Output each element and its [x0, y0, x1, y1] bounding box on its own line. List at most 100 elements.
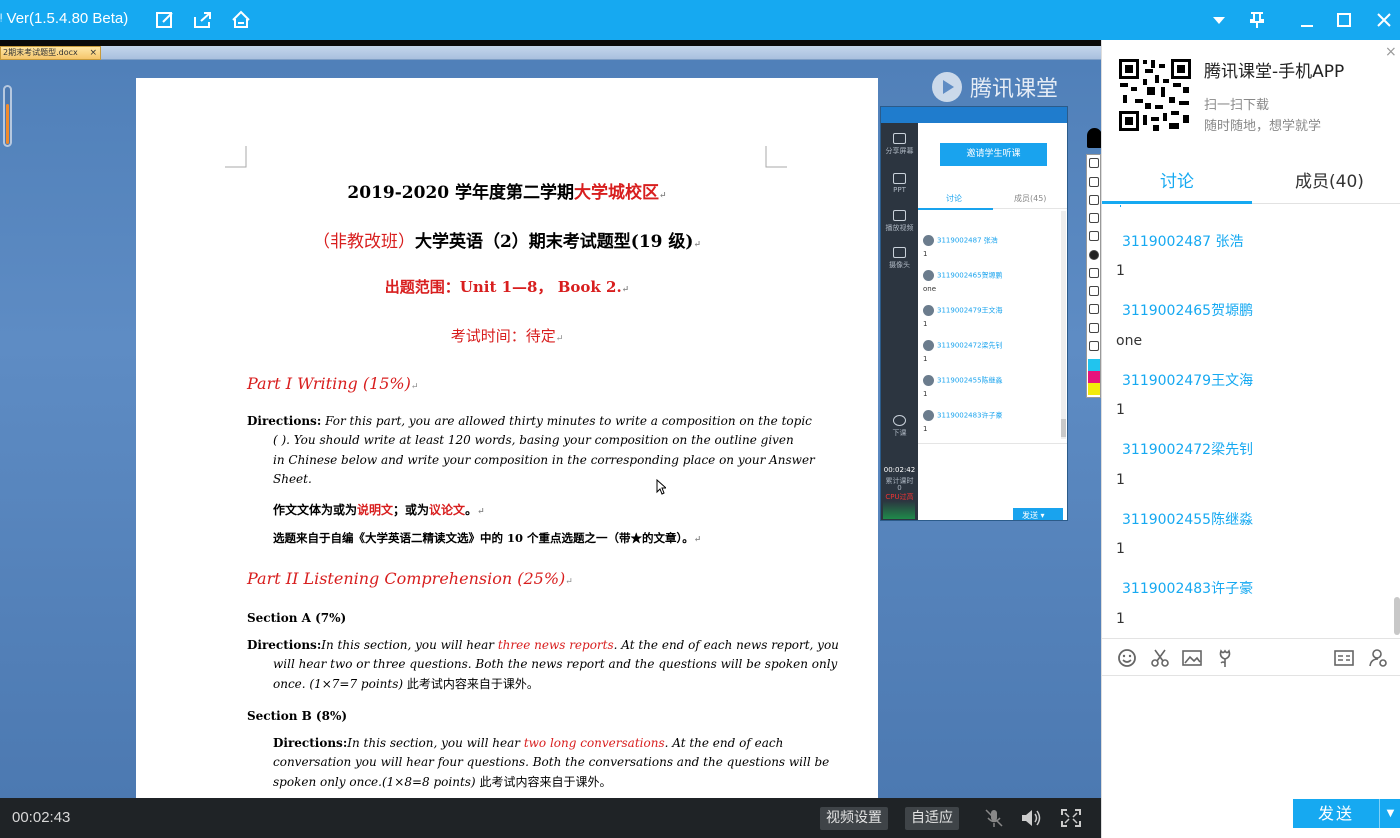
color-swatch-cyan[interactable]: [1088, 359, 1100, 371]
mini-tab-underline: [918, 208, 993, 210]
zoom-slider[interactable]: [3, 85, 12, 147]
mini-message: 3119002455陈继淼 1: [923, 375, 1003, 398]
eye-icon[interactable]: [1089, 158, 1099, 168]
fullscreen-icon[interactable]: [1060, 808, 1082, 828]
camera-icon[interactable]: [1089, 323, 1099, 333]
part2-heading: Part II Listening Comprehension (25%)↵: [247, 569, 573, 588]
avatar: [923, 375, 934, 386]
edit-icon[interactable]: [153, 8, 177, 32]
avatar: [923, 235, 934, 246]
line-icon[interactable]: [1089, 213, 1099, 223]
part1-directions-line3: in Chinese below and write your composit…: [273, 453, 815, 467]
chat-sender[interactable]: 3119002465贺塬鹏: [1122, 300, 1253, 320]
video-settings-button[interactable]: 视频设置: [820, 807, 888, 830]
close-icon[interactable]: [1372, 8, 1396, 32]
pen-icon[interactable]: [1089, 195, 1099, 205]
chat-message: one: [1116, 333, 1143, 349]
eraser-icon[interactable]: [1089, 231, 1099, 241]
document-tab-name: 2期末考试题型.docx: [3, 48, 78, 57]
section-b-line2: conversation you will hear four question…: [273, 755, 830, 769]
bus-icon[interactable]: [1089, 304, 1099, 314]
share-screen-button[interactable]: 分享屏幕: [881, 133, 918, 156]
end-class-button[interactable]: 下课: [881, 415, 918, 438]
chat-message: 1: [1116, 472, 1125, 488]
power-icon: [893, 415, 906, 426]
chat-sender[interactable]: 3119002479王文海: [1122, 370, 1253, 390]
chat-scrollbar-thumb[interactable]: [1394, 597, 1400, 635]
send-options-dropdown[interactable]: ▼: [1379, 799, 1400, 828]
ppt-button[interactable]: PPT: [881, 173, 918, 194]
brand-watermark: 腾讯课堂: [932, 70, 1058, 104]
chat-sender[interactable]: 3119002455陈继淼: [1122, 509, 1253, 529]
mini-send-button[interactable]: 发送 ▾: [1013, 508, 1063, 520]
tab-members[interactable]: 成员(40): [1295, 167, 1364, 192]
promo-close-icon[interactable]: ×: [1385, 44, 1397, 60]
document-page: 2019-2020 学年度第二学期大学城校区↵ （非教改班）大学英语（2）期末考…: [136, 78, 878, 798]
topic-source-line: 选题来自于自编《大学英语二精读文选》中的 10 个重点选题之一（带★的文章）。↵: [273, 531, 702, 545]
section-b-title: Section B (8%): [247, 709, 348, 723]
invite-students-button[interactable]: 邀请学生听课: [940, 143, 1047, 166]
mini-composer-toolbar: [918, 443, 1067, 458]
speaker-icon[interactable]: [1020, 808, 1042, 828]
adaptive-button[interactable]: 自适应: [905, 807, 959, 830]
part1-directions-line4: Sheet.: [273, 472, 312, 486]
mini-scrollbar[interactable]: [1061, 211, 1066, 439]
share-icon[interactable]: [191, 8, 215, 32]
id-card-icon[interactable]: [1334, 648, 1354, 668]
chat-sender[interactable]: 3119002483许子豪: [1122, 578, 1253, 598]
brand-name: 腾讯课堂: [970, 77, 1059, 102]
zoom-slider-fill: [6, 104, 9, 144]
pointer-icon[interactable]: [1089, 177, 1099, 187]
mini-tab-members[interactable]: 成员(45): [1014, 193, 1046, 204]
play-video-button[interactable]: 播放视频: [881, 210, 918, 233]
part1-heading: Part I Writing (15%)↵: [247, 374, 419, 393]
color-swatch-magenta[interactable]: [1088, 371, 1100, 383]
section-b-directions: Directions:In this section, you will hea…: [273, 736, 784, 750]
avatar: [923, 270, 934, 281]
camera-button[interactable]: 摄像头: [881, 247, 918, 270]
undo-icon[interactable]: [1089, 268, 1099, 278]
mini-message: 3119002483许子豪 1: [923, 410, 1003, 433]
mini-scrollbar-thumb[interactable]: [1061, 419, 1066, 437]
pin-icon[interactable]: [1245, 8, 1269, 32]
shared-screen: 2期末考试题型.docx × 腾讯课堂 2019-2020 学年度第二学期大学城…: [0, 40, 1101, 798]
chat-sender[interactable]: 3119002472梁先钊: [1122, 439, 1253, 459]
slogan: 随时随地，想学就学: [1204, 119, 1322, 134]
color-swatch-yellow[interactable]: [1088, 383, 1100, 395]
document-tab[interactable]: 2期末考试题型.docx ×: [0, 46, 101, 60]
mic-muted-icon[interactable]: [983, 808, 1005, 828]
user-settings-icon[interactable]: [1368, 648, 1388, 668]
document-tab-close-icon[interactable]: ×: [89, 47, 97, 59]
qr-code: [1117, 57, 1193, 133]
dot-icon[interactable]: [1089, 250, 1099, 260]
message-input[interactable]: [1102, 676, 1400, 796]
part1-directions-line2: ( ). You should write at least 120 words…: [273, 433, 794, 447]
emoji-icon[interactable]: [1117, 648, 1137, 668]
minimize-icon[interactable]: [1295, 8, 1319, 32]
home-icon[interactable]: [229, 8, 253, 32]
chat-scrollbar[interactable]: [1394, 205, 1400, 638]
doc-scope: 出题范围：Unit 1—8， Book 2.↵: [384, 278, 630, 296]
video-icon: [893, 210, 906, 221]
tab-discuss[interactable]: 讨论: [1160, 167, 1194, 192]
maximize-icon[interactable]: [1332, 8, 1356, 32]
dropdown-icon[interactable]: [1207, 8, 1231, 32]
chat-message: 1: [1116, 402, 1125, 418]
app-window: ᵎ Ver(1.5.4.80 Beta) 2期末考试题型.docx × 腾讯课堂…: [0, 0, 1400, 838]
flower-icon[interactable]: [1215, 648, 1235, 668]
scissors-icon[interactable]: [1150, 648, 1170, 668]
section-a-line3: once. (1×7=7 points) 此考试内容来自于课外。: [273, 677, 539, 691]
mini-title-bar[interactable]: [881, 107, 1067, 123]
location-pin-icon[interactable]: [1087, 128, 1101, 148]
mini-tab-discuss[interactable]: 讨论: [946, 193, 962, 204]
image-icon[interactable]: [1182, 648, 1202, 668]
send-button[interactable]: 发送: [1293, 799, 1379, 828]
trash-icon[interactable]: [1089, 286, 1099, 296]
chat-sender[interactable]: 3119002487 张浩: [1122, 231, 1244, 251]
chat-list: 3119002487 张浩 1 3119002465贺塬鹏 one 311900…: [1102, 205, 1400, 638]
composer-toolbar: [1102, 638, 1400, 676]
mini-message: 3119002487 张浩 1: [923, 235, 998, 258]
right-panel: 腾讯课堂-手机APP 扫一扫下载 随时随地，想学就学 × 讨论 成员(40) 3…: [1101, 40, 1400, 838]
clipboard-icon[interactable]: [1089, 341, 1099, 351]
ppt-icon: [893, 173, 906, 184]
